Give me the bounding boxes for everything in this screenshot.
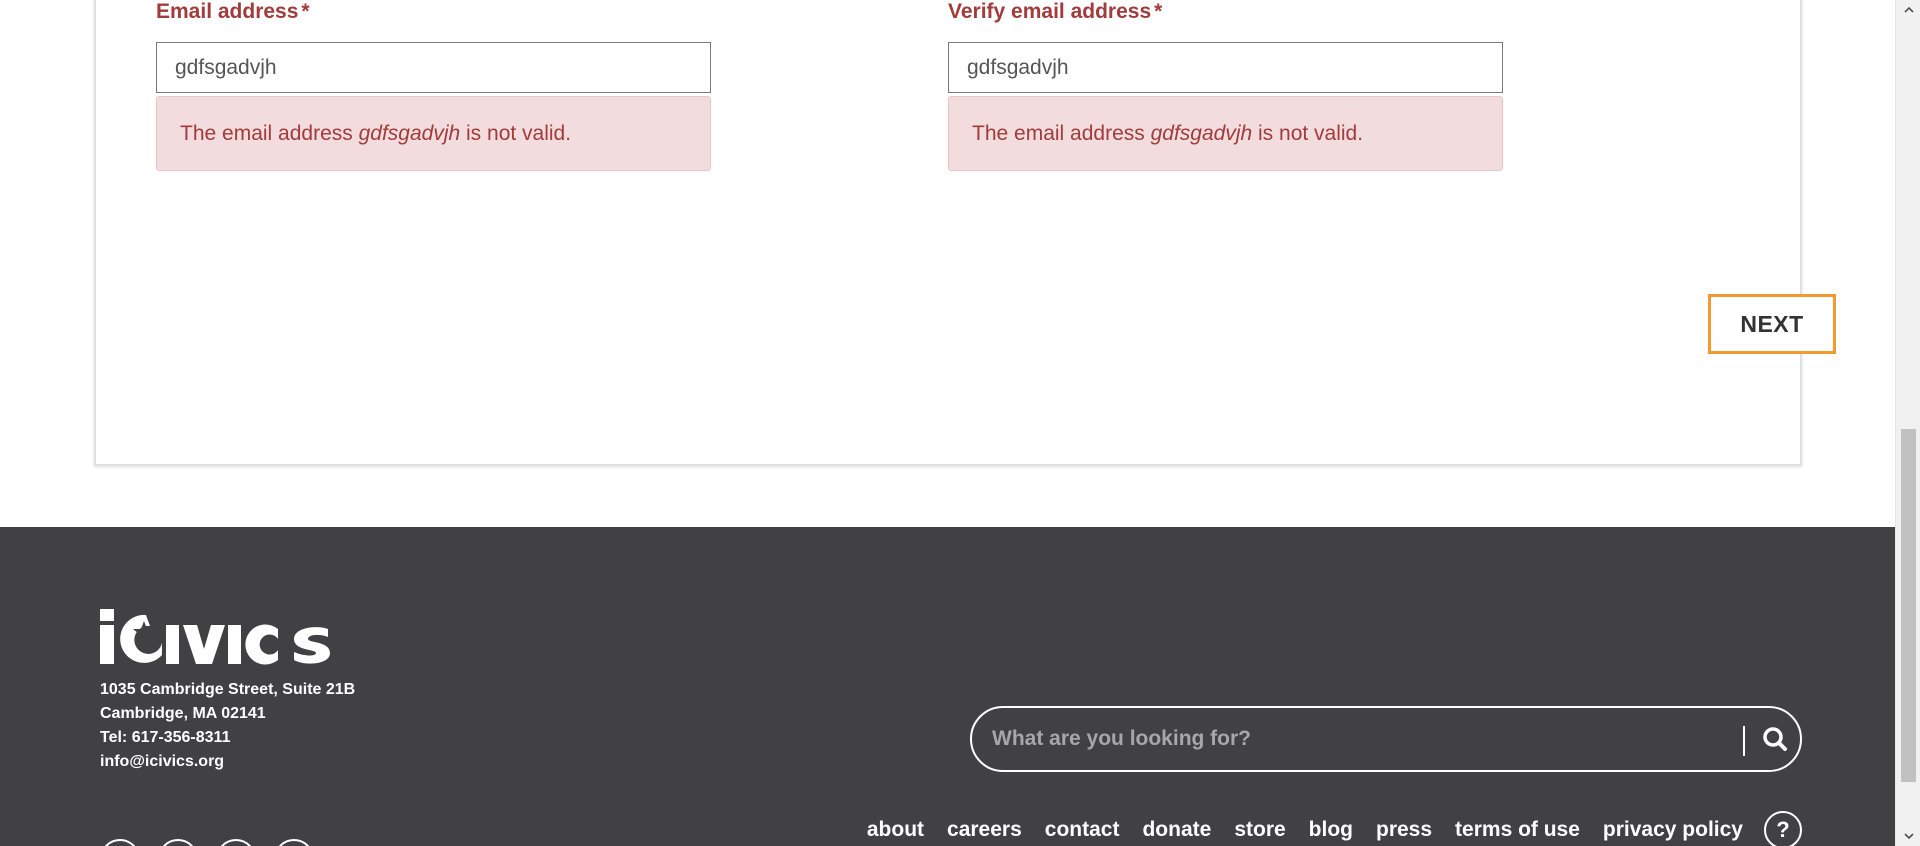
address-city: Cambridge, MA 02141 — [100, 705, 266, 722]
search-input[interactable] — [992, 708, 1712, 770]
email-label: Email address * — [156, 0, 310, 24]
verify-email-label: Verify email address * — [948, 0, 1162, 24]
viewport: Email address* The email address gdfsgad… — [0, 0, 1895, 846]
page: Email address* The email address gdfsgad… — [0, 0, 1920, 846]
scroll-down-arrow-icon[interactable] — [1896, 826, 1920, 846]
icivics-logo[interactable] — [100, 609, 330, 665]
address-street: 1035 Cambridge Street, Suite 21B — [100, 681, 356, 698]
footer-link-terms[interactable]: terms of use — [1455, 818, 1580, 842]
footer-link-store[interactable]: store — [1234, 818, 1285, 842]
site-footer: 1035 Cambridge Street, Suite 21B Cambrid… — [0, 527, 1895, 846]
scrollbar-thumb[interactable] — [1901, 429, 1916, 782]
error-suffix: is not valid. — [466, 121, 572, 145]
social-icon[interactable] — [274, 839, 314, 846]
email-label-text: Email address — [156, 0, 299, 23]
footer-link-about[interactable]: about — [867, 818, 924, 842]
scroll-up-arrow-icon[interactable] — [1896, 0, 1920, 20]
verify-email-error-message: The email address gdfsgadvjh is not vali… — [948, 96, 1503, 171]
footer-link-blog[interactable]: blog — [1309, 818, 1353, 842]
address-email[interactable]: info@icivics.org — [100, 753, 224, 771]
footer-link-careers[interactable]: careers — [947, 818, 1022, 842]
error-prefix: The email address — [180, 121, 353, 145]
registration-form-card: Email address* The email address gdfsgad… — [94, 0, 1836, 466]
error-suffix: is not valid. — [1258, 121, 1364, 145]
search-divider — [1743, 726, 1745, 756]
icivics-logo-mark — [100, 609, 330, 665]
footer-search — [970, 706, 1802, 772]
search-button[interactable] — [1753, 717, 1797, 761]
error-value: gdfsgadvjh — [358, 121, 461, 145]
email-error-message: The email address gdfsgadvjh is not vali… — [156, 96, 711, 171]
next-button[interactable]: NEXT — [1708, 294, 1836, 354]
footer-link-contact[interactable]: contact — [1045, 818, 1120, 842]
social-icon[interactable] — [100, 839, 140, 846]
error-prefix: The email address — [972, 121, 1145, 145]
error-value: gdfsgadvjh — [1150, 121, 1253, 145]
footer-nav: about careers contact donate store blog … — [844, 808, 1802, 846]
vertical-scrollbar[interactable] — [1895, 0, 1920, 846]
footer-link-privacy[interactable]: privacy policy — [1603, 818, 1743, 842]
verify-email-label-text: Verify email address — [948, 0, 1152, 23]
social-icon[interactable] — [216, 839, 256, 846]
address-phone: Tel: 617-356-8311 — [100, 729, 231, 746]
email-input[interactable] — [156, 42, 711, 93]
required-mark: * — [301, 0, 310, 23]
verify-email-input[interactable] — [948, 42, 1503, 93]
footer-link-press[interactable]: press — [1376, 818, 1432, 842]
required-mark: * — [1154, 0, 1163, 23]
search-icon — [1763, 727, 1787, 751]
footer-link-donate[interactable]: donate — [1142, 818, 1211, 842]
help-icon[interactable]: ? — [1764, 811, 1802, 846]
social-icon[interactable] — [158, 839, 198, 846]
